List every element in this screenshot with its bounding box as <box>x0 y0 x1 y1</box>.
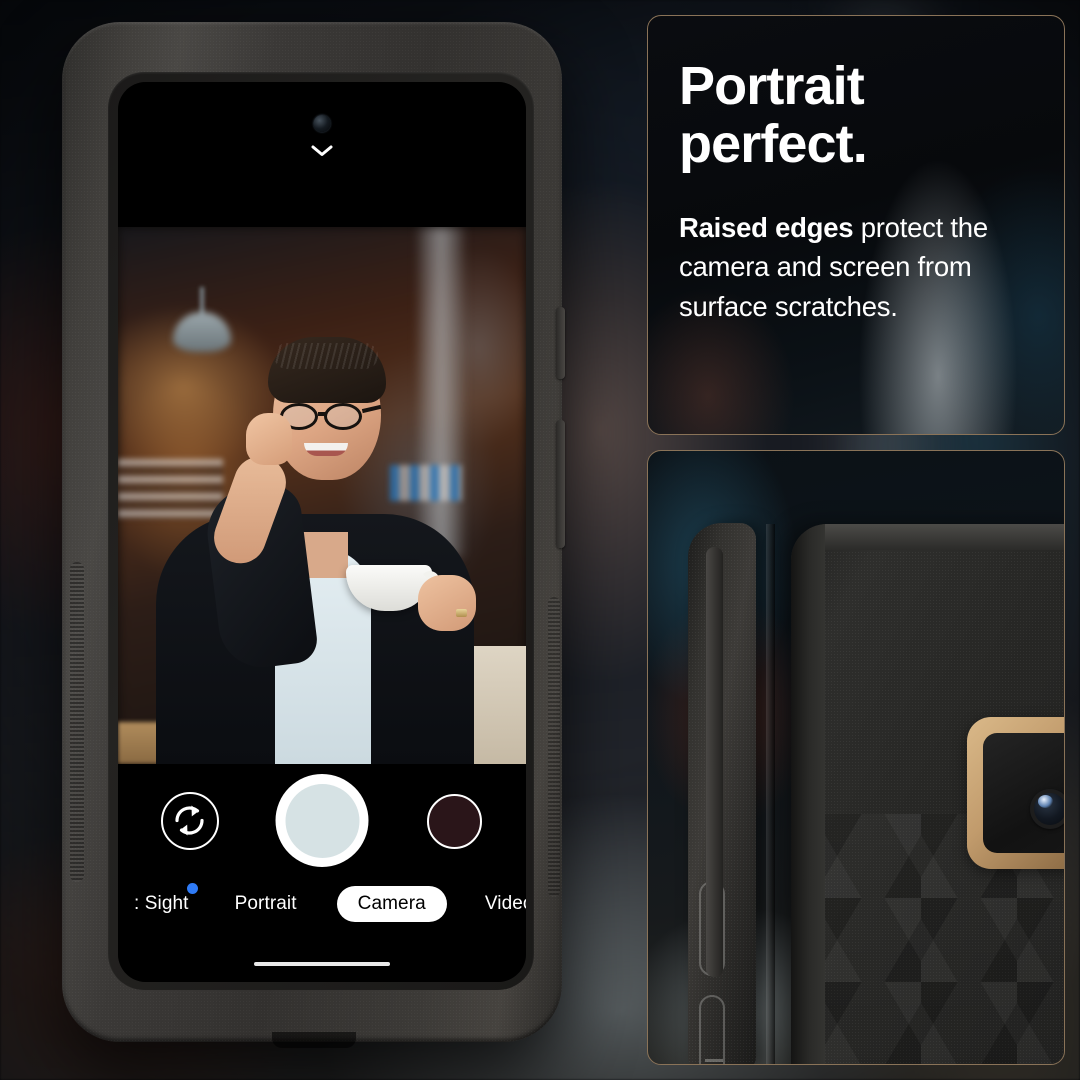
case-grip-texture-left <box>70 562 84 882</box>
viewfinder-scene <box>118 227 526 764</box>
camera-mode-label: Video <box>484 893 526 914</box>
shutter-inner <box>285 783 359 858</box>
case-grip-texture-right <box>548 597 560 897</box>
subject-hand-left <box>246 413 292 465</box>
case-closeup-panel <box>647 450 1065 1065</box>
power-button[interactable] <box>556 307 565 379</box>
case-button-cutout-volume <box>699 995 725 1064</box>
last-photo-thumbnail[interactable] <box>427 794 482 849</box>
page-title: Portrait perfect. <box>679 56 1034 174</box>
glasses-lens-right <box>324 403 362 430</box>
camera-mode-night-sight[interactable]: : Sight <box>134 883 198 922</box>
headline-line-2: perfect. <box>679 113 868 174</box>
glasses-icon <box>278 403 382 431</box>
camera-mode-label: Camera <box>357 893 426 914</box>
case-top-edge <box>825 524 1064 550</box>
case-raised-edge-lip <box>706 547 723 977</box>
shutter-button[interactable] <box>275 774 369 867</box>
glasses-bridge <box>318 412 326 416</box>
camera-bar-glass <box>983 733 1064 853</box>
phone-in-case: : Sight Portrait Camera Video More <box>62 22 565 1048</box>
rear-camera-bar <box>967 717 1064 869</box>
camera-mode-label: : Sight <box>134 893 189 914</box>
cafe-pillar <box>418 227 464 557</box>
camera-mode-video[interactable]: Video <box>485 886 526 922</box>
marketing-image-stage: : Sight Portrait Camera Video More <box>0 0 1080 1080</box>
subject-hair <box>268 337 386 403</box>
phone-screen[interactable]: : Sight Portrait Camera Video More <box>118 82 526 982</box>
subject-smile <box>304 443 348 456</box>
camera-mode-camera[interactable]: Camera <box>336 886 447 922</box>
charging-port-cutout <box>272 1032 356 1048</box>
marketing-text-panel: Portrait perfect. Raised edges protect t… <box>647 15 1065 435</box>
cafe-blue-jars <box>390 465 462 501</box>
camera-mode-selector: : Sight Portrait Camera Video More <box>118 883 526 924</box>
cafe-shelf <box>118 459 223 519</box>
camera-controls-bar: : Sight Portrait Camera Video More <box>118 764 526 982</box>
marketing-subcopy: Raised edges protect the camera and scre… <box>679 208 1034 327</box>
subject-hand-right <box>418 575 476 631</box>
case-gap-highlight <box>766 524 775 1064</box>
night-sight-badge-dot <box>186 883 198 894</box>
headline-line-1: Portrait <box>679 56 865 116</box>
camera-mode-label: Portrait <box>234 893 297 914</box>
chevron-down-icon[interactable] <box>311 144 333 156</box>
camera-flip-icon[interactable] <box>161 792 219 850</box>
case-rear-body <box>791 524 1064 1064</box>
home-indicator[interactable] <box>254 962 390 966</box>
volume-rocker[interactable] <box>556 420 565 548</box>
camera-viewfinder[interactable] <box>118 227 526 764</box>
front-camera-icon <box>313 115 331 132</box>
subcopy-emphasis: Raised edges <box>679 211 854 243</box>
rear-lens-wide <box>1030 789 1064 829</box>
case-side-rail <box>791 524 825 1064</box>
camera-mode-portrait[interactable]: Portrait <box>235 886 297 922</box>
camera-top-bar <box>118 82 526 227</box>
finger-ring <box>456 609 467 617</box>
